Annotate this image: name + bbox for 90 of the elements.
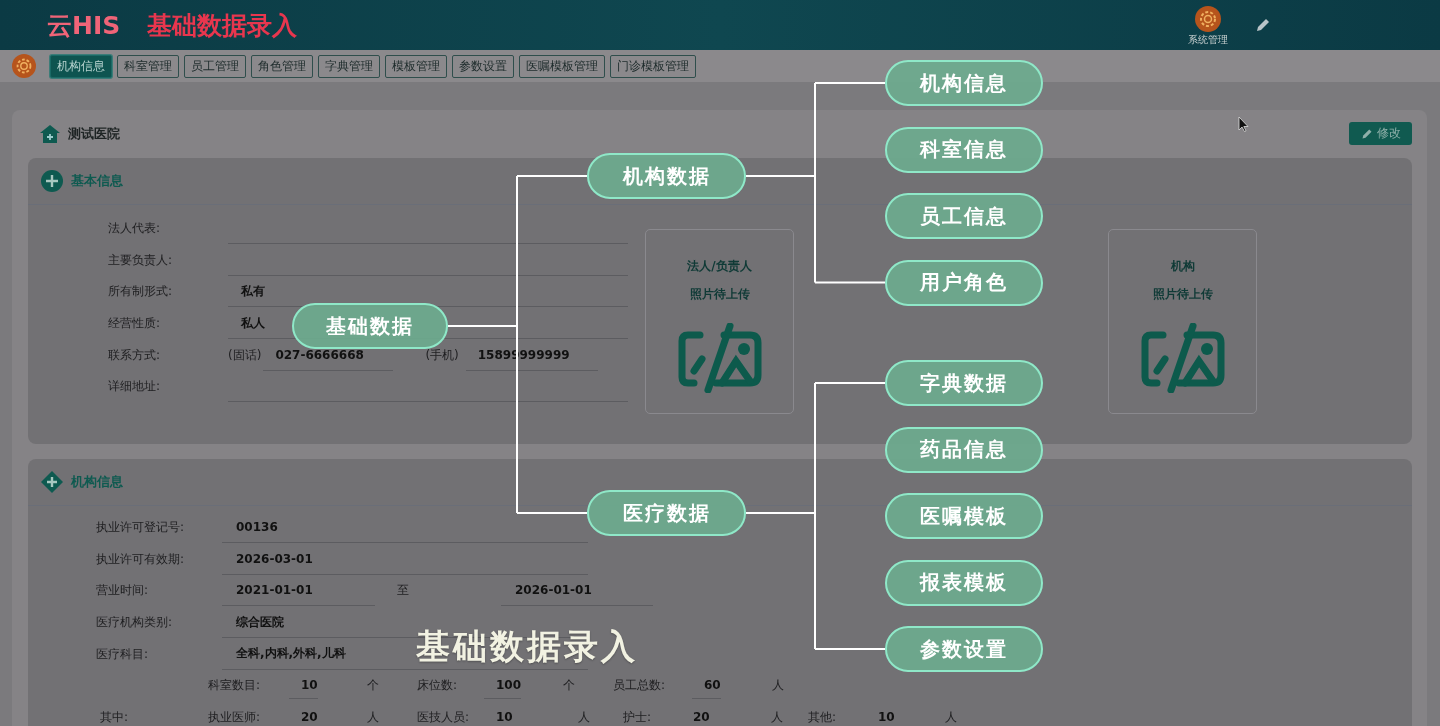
photo-caption: 法人/负责人 [687,258,752,275]
photo-caption: 照片待上传 [689,286,750,303]
field-value: 20 [693,709,710,724]
plus-icon [41,471,63,493]
unit-label: 人 [945,708,957,726]
photo-caption: 照片待上传 [1152,286,1213,303]
nav-tab[interactable]: 字典管理 [318,54,380,78]
field-label: 科室数目: [208,677,261,695]
field-value: 10 [878,709,895,724]
mind-map-node: 机构数据 [587,153,746,199]
field-value: 2026-01-01 [515,583,592,598]
unit-label: 人 [367,708,379,726]
field-label: 护士: [623,708,652,726]
pencil-icon[interactable] [1255,17,1271,33]
gear-icon[interactable] [12,54,36,78]
nav-tab[interactable]: 模板管理 [385,54,447,78]
field-label: 执业许可有效期: [96,550,186,568]
field-label: 详细地址: [108,378,162,396]
field-label: 经营性质: [108,315,162,333]
field-value: 私有 [241,283,265,300]
field-prefix: (手机) [425,346,459,364]
unit-label: 人 [772,677,784,695]
mind-map-node: 字典数据 [885,360,1043,406]
section-title: 基本信息 [71,172,123,190]
field-value: 100 [496,678,522,693]
field-value: 60 [704,678,721,693]
home-icon [40,125,60,143]
no-image-icon [1140,323,1225,393]
mind-map-node: 基础数据 [292,303,448,349]
gear-icon[interactable] [1195,6,1221,32]
nav-tab[interactable]: 机构信息 [50,54,112,78]
mind-map-node: 员工信息 [885,193,1043,239]
page-title: 基础数据录入 [147,9,298,42]
field-value: 私人 [241,314,265,332]
field-value: 10 [496,709,513,724]
field-label: 医疗科目: [96,645,150,663]
field-label: 其中: [100,708,129,726]
no-image-icon [677,323,762,393]
range-separator: 至 [397,583,409,598]
mind-map-node: 报表模板 [885,559,1043,606]
unit-label: 人 [578,708,590,726]
system-label: 系统管理 [1188,33,1228,47]
field-value: 综合医院 [236,613,284,631]
nav-tab[interactable]: 员工管理 [184,54,246,78]
cursor-icon [1238,116,1249,132]
plus-icon [41,170,63,192]
nav-tab[interactable]: 角色管理 [251,54,313,78]
nav-tab[interactable]: 参数设置 [452,54,514,78]
field-label: 员工总数: [613,677,666,695]
field-value: 2021-01-01 [236,583,313,598]
pencil-icon [1360,127,1373,140]
field-label: 执业许可登记号: [96,519,186,537]
field-label: 执业医师: [208,708,261,726]
nav-tab[interactable]: 科室管理 [117,54,179,78]
edit-button[interactable]: 修改 [1349,122,1412,145]
mind-map-node: 医嘱模板 [885,493,1043,539]
photo-placeholder[interactable]: 法人/负责人 照片待上传 [645,229,794,414]
field-label: 床位数: [417,677,458,695]
field-prefix: (固话) [228,346,262,364]
field-value: 10 [301,678,318,693]
hospital-name: 测试医院 [68,125,120,143]
photo-placeholder[interactable]: 机构 照片待上传 [1108,229,1257,414]
mind-map-node: 药品信息 [885,426,1043,473]
video-caption: 基础数据录入 [416,625,638,668]
field-value: 2026-03-01 [236,551,313,566]
field-label: 医技人员: [417,708,470,726]
field-label: 营业时间: [96,582,150,600]
field-label: 联系方式: [108,346,162,364]
field-value: 027-6666668 [275,347,364,362]
nav-tab[interactable]: 门诊模板管理 [610,54,696,78]
unit-label: 个 [563,677,575,695]
mind-map-node: 机构信息 [885,60,1043,106]
field-label: 所有制形式: [108,283,174,301]
field-label: 医疗机构类别: [96,614,174,632]
field-value: 20 [301,709,318,724]
field-value: 00136 [236,520,278,535]
field-label: 主要负责人: [108,251,174,269]
field-label: 法人代表: [108,220,162,238]
field-label: 其他: [808,708,837,726]
section-title: 机构信息 [71,473,123,491]
app-logo: 云HIS [47,9,121,42]
nav-tab[interactable]: 医嘱模板管理 [519,54,605,78]
photo-caption: 机构 [1170,258,1195,275]
mind-map-node: 科室信息 [885,126,1043,173]
unit-label: 个 [367,677,379,695]
unit-label: 人 [771,708,783,726]
field-value: 全科,内科,外科,儿科 [236,645,346,663]
mind-map-node: 医疗数据 [587,490,746,536]
mind-map-node: 用户角色 [885,259,1043,306]
mind-map-node: 参数设置 [885,626,1043,672]
